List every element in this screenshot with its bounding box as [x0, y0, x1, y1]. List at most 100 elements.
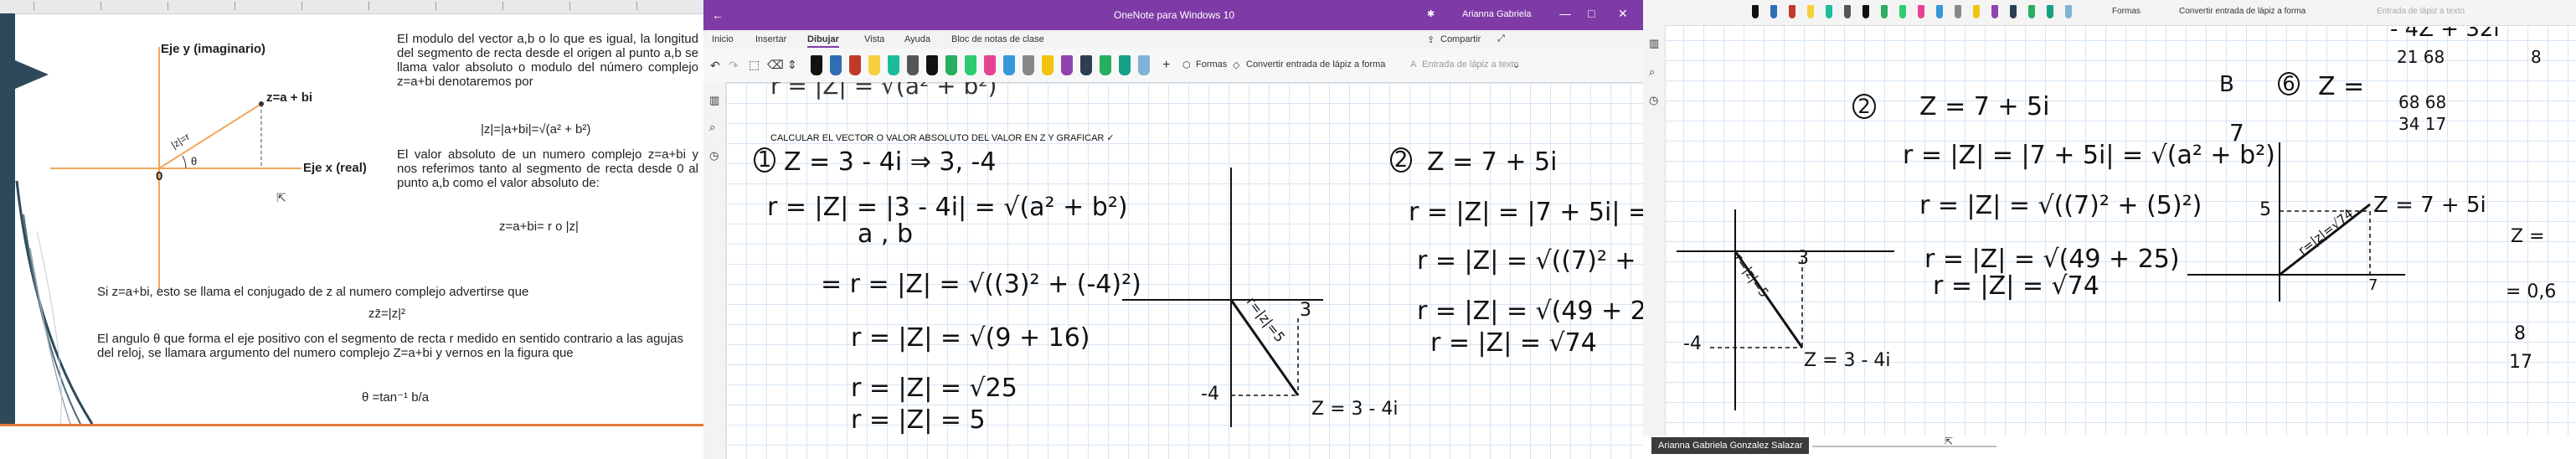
- cursor-icon: ⇱: [1945, 436, 1954, 447]
- pen-swatch[interactable]: [888, 55, 899, 75]
- pen-swatch[interactable]: [1023, 55, 1034, 75]
- theta-label: θ: [191, 155, 198, 168]
- eraser-icon[interactable]: ⌫: [767, 58, 784, 72]
- convert-ink-to-shape-button-zoomed[interactable]: Convertir entrada de lápiz a forma: [2179, 7, 2306, 16]
- presenter-name-chip: Arianna Gabriela Gonzalez Salazar: [1651, 437, 1810, 454]
- pen-swatch[interactable]: [1936, 5, 1943, 18]
- notebooks-icon[interactable]: ▥: [709, 94, 719, 107]
- chevron-down-icon[interactable]: ⌄: [1512, 59, 1520, 70]
- pen-swatch[interactable]: [849, 55, 861, 75]
- ink2-side-small-8: 8: [2514, 323, 2526, 344]
- ink2-graph-1-y: -4: [1683, 333, 1702, 354]
- pen-swatch[interactable]: [965, 55, 976, 75]
- pen-swatch[interactable]: [1844, 5, 1851, 18]
- search-icon[interactable]: ⌕: [709, 121, 715, 134]
- ink-to-text-icon[interactable]: A: [1410, 59, 1416, 70]
- tab-ayuda[interactable]: Ayuda: [904, 34, 930, 44]
- pen-swatch[interactable]: [926, 55, 938, 75]
- pen-swatch[interactable]: [1138, 55, 1150, 75]
- pen-swatch[interactable]: [868, 55, 880, 75]
- close-icon[interactable]: ✕: [1618, 7, 1628, 21]
- add-pen-icon[interactable]: +: [1162, 58, 1170, 73]
- draw-toolbar: ↶ ↷ ⬚ ⌫ ⇕ + ⬡ Formas ◇ Convertir entrada…: [703, 49, 1643, 83]
- ink-graph-1-point: Z = 3 - 4i: [1311, 399, 1399, 420]
- pen-swatch[interactable]: [2047, 5, 2053, 18]
- pen-swatch[interactable]: [1100, 55, 1111, 75]
- pen-swatch[interactable]: [1862, 5, 1869, 18]
- pen-swatch[interactable]: [1789, 5, 1795, 18]
- notebooks-icon[interactable]: ▥: [1649, 37, 1659, 50]
- ink2-side-eight: 8: [2531, 47, 2542, 67]
- shapes-button-zoomed[interactable]: Formas: [2112, 7, 2141, 16]
- shapes-icon[interactable]: ⬡: [1182, 59, 1191, 70]
- pen-swatch[interactable]: [2028, 5, 2035, 18]
- back-arrow-icon[interactable]: ←: [712, 8, 724, 22]
- scrollbar[interactable]: [1812, 446, 1996, 447]
- pen-swatch[interactable]: [1899, 5, 1906, 18]
- origin-label: 0: [156, 169, 163, 183]
- lasso-select-icon[interactable]: ⬚: [749, 58, 760, 72]
- share-icon[interactable]: ⇪: [1427, 34, 1435, 45]
- pen-swatch[interactable]: [811, 55, 822, 75]
- share-button[interactable]: Compartir: [1440, 34, 1481, 44]
- ruler-tick: [100, 2, 101, 10]
- redo-icon[interactable]: ↷: [729, 59, 739, 73]
- ruler-tick: [33, 2, 34, 10]
- pen-swatch[interactable]: [1918, 5, 1924, 18]
- pen-swatch[interactable]: [2065, 5, 2072, 18]
- pen-swatch[interactable]: [1991, 5, 1998, 18]
- tab-insertar[interactable]: Insertar: [755, 34, 786, 44]
- add-space-icon[interactable]: ⇕: [787, 58, 797, 72]
- pen-swatch[interactable]: [1003, 55, 1015, 75]
- pen-swatch[interactable]: [1042, 55, 1054, 75]
- maximize-icon[interactable]: □: [1588, 7, 1595, 20]
- slide-ruler: [0, 0, 703, 14]
- recent-icon[interactable]: ◷: [709, 149, 719, 162]
- ink2-side-b: B: [2219, 72, 2234, 97]
- minimize-icon[interactable]: —: [1559, 7, 1571, 20]
- ink-line-1: r = |Z| = |3 - 4i| = √(a² + b²): [767, 193, 1128, 222]
- search-icon[interactable]: ⌕: [1649, 65, 1655, 79]
- user-name[interactable]: Arianna Gabriela: [1462, 9, 1532, 19]
- tab-vista[interactable]: Vista: [864, 34, 884, 44]
- pen-swatch[interactable]: [1752, 5, 1759, 18]
- tab-bloc-de-notas[interactable]: Bloc de notas de clase: [951, 34, 1044, 44]
- tab-dibujar[interactable]: Dibujar: [807, 34, 839, 48]
- pen-swatch[interactable]: [1955, 5, 1961, 18]
- ink-to-text-button-zoomed[interactable]: Entrada de lápiz a texto: [2377, 7, 2465, 16]
- pen-swatch[interactable]: [1973, 5, 1980, 18]
- ink2-side-17: 17: [2509, 352, 2532, 373]
- pen-swatch[interactable]: [907, 55, 919, 75]
- undo-icon[interactable]: ↶: [710, 59, 720, 73]
- onenote-zoomed-window: Formas Convertir entrada de lápiz a form…: [1643, 0, 2576, 459]
- ruler-tick: [435, 2, 436, 10]
- ink2-line-3: r = |Z| = √(49 + 25): [1924, 245, 2180, 274]
- pen-swatch[interactable]: [1826, 5, 1832, 18]
- convert-ink-to-shape-button[interactable]: Convertir entrada de lápiz a forma: [1246, 59, 1385, 70]
- ruler-tick: [636, 2, 637, 10]
- notification-icon[interactable]: ✱: [1427, 8, 1435, 19]
- pen-swatch[interactable]: [945, 55, 957, 75]
- pen-swatch[interactable]: [830, 55, 842, 75]
- argument-formula: θ =tan⁻¹ b/a: [362, 390, 430, 405]
- pen-swatch[interactable]: [1119, 55, 1131, 75]
- pen-swatch[interactable]: [2010, 5, 2017, 18]
- ribbon-tabs: Inicio Insertar Dibujar Vista Ayuda Bloc…: [703, 30, 1643, 49]
- ink-to-text-button[interactable]: Entrada de lápiz a texto: [1422, 59, 1519, 70]
- pen-swatch[interactable]: [1770, 5, 1777, 18]
- ink-line-5: r = |Z| = 5: [851, 405, 986, 435]
- pen-swatch[interactable]: [1061, 55, 1073, 75]
- recent-icon[interactable]: ◷: [1649, 94, 1658, 107]
- ink2-side-frac-2: 68 68: [2398, 92, 2447, 112]
- expand-icon[interactable]: ⤢: [1497, 34, 1505, 44]
- tab-inicio[interactable]: Inicio: [712, 34, 734, 44]
- ink-ab: a , b: [858, 219, 914, 249]
- pen-swatch[interactable]: [1881, 5, 1888, 18]
- pen-swatch[interactable]: [1807, 5, 1814, 18]
- ink-line-3: r = |Z| = √(9 + 16): [851, 323, 1090, 353]
- ink2-problem-2-z: Z = 7 + 5i: [1919, 92, 2050, 121]
- pen-swatch[interactable]: [1080, 55, 1092, 75]
- convert-shape-icon[interactable]: ◇: [1233, 59, 1239, 70]
- pen-swatch[interactable]: [984, 55, 996, 75]
- shapes-button[interactable]: Formas: [1196, 59, 1227, 70]
